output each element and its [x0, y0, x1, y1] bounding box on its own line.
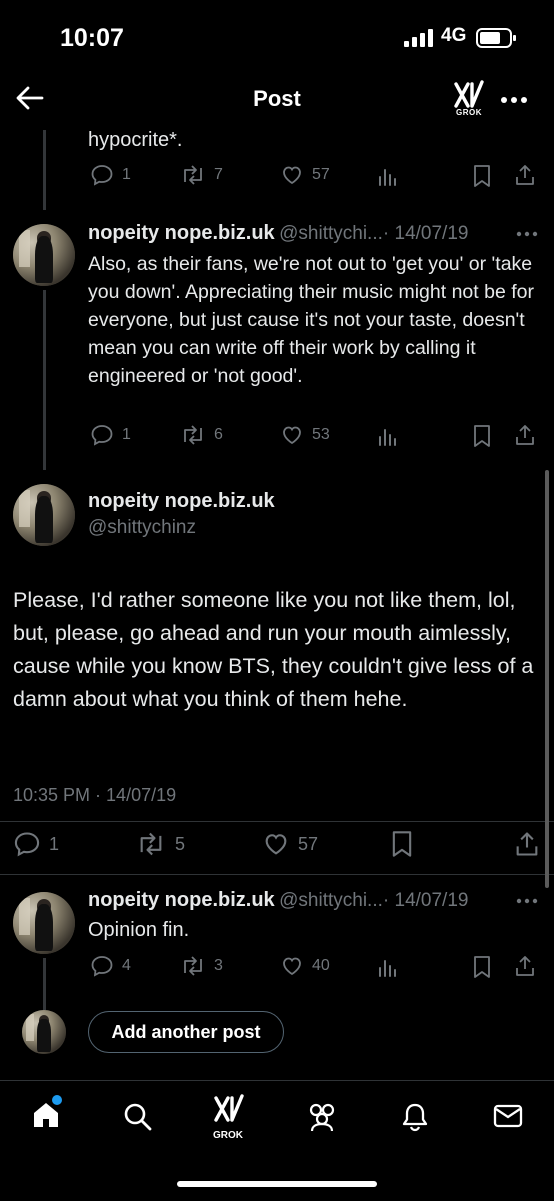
signal-icon — [404, 29, 433, 47]
reply-count: 1 — [122, 166, 131, 183]
display-name[interactable]: nopeity nope.biz.uk — [88, 889, 275, 911]
like-button[interactable]: 40 — [280, 954, 330, 978]
status-bar: 10:07 4G — [0, 0, 554, 70]
avatar[interactable] — [13, 484, 75, 546]
avatar[interactable] — [13, 892, 75, 954]
like-button[interactable]: 53 — [280, 423, 330, 447]
repost-button[interactable]: 5 — [135, 830, 185, 858]
reply-button[interactable]: 1 — [13, 830, 59, 858]
grok-icon — [214, 1094, 244, 1122]
repost-count: 3 — [214, 957, 223, 974]
grok-button[interactable]: GROK — [452, 80, 488, 120]
repost-count: 6 — [214, 426, 223, 443]
main-post-text: Please, I'd rather someone like you not … — [13, 588, 534, 711]
post-meta: nopeity nope.biz.uk @shittychi...· 14/07… — [88, 889, 543, 912]
divider — [0, 821, 554, 822]
share-icon[interactable] — [514, 830, 540, 858]
share-icon[interactable] — [514, 954, 536, 978]
mail-icon[interactable] — [493, 1103, 523, 1129]
user-handle: @shittychi... — [279, 890, 383, 911]
post-meta: nopeity nope.biz.uk @shittychi...· 14/07… — [88, 222, 543, 245]
post-timestamp: 10:35 PM · 14/07/19 — [13, 785, 177, 805]
communities-icon[interactable] — [304, 1101, 340, 1133]
reply-count: 1 — [49, 833, 60, 854]
display-name[interactable]: nopeity nope.biz.uk — [88, 222, 275, 244]
bell-icon[interactable] — [400, 1101, 430, 1133]
reply-icon — [14, 832, 40, 857]
home-indicator — [177, 1181, 377, 1187]
repost-button[interactable]: 7 — [180, 163, 223, 187]
like-count: 40 — [312, 957, 330, 974]
views-icon[interactable] — [377, 956, 399, 978]
post-date: · 14/07/19 — [382, 223, 469, 244]
like-count: 57 — [312, 166, 330, 183]
repost-icon — [184, 956, 202, 976]
repost-button[interactable]: 6 — [180, 423, 223, 447]
tab-grok[interactable]: GROK — [212, 1093, 252, 1143]
reply-icon — [91, 165, 113, 186]
post-text: Also, as their fans, we're not out to 'g… — [88, 253, 534, 387]
thread-line — [43, 130, 46, 210]
heart-icon — [283, 957, 301, 976]
reply-icon — [91, 425, 113, 446]
heart-icon — [283, 166, 301, 185]
repost-count: 5 — [175, 833, 186, 854]
heart-icon — [283, 426, 301, 445]
thread-line — [43, 958, 46, 1010]
views-icon[interactable] — [377, 425, 399, 447]
user-handle: @shittychi... — [279, 223, 383, 244]
like-count: 53 — [312, 426, 330, 443]
repost-count: 7 — [214, 166, 223, 183]
display-name[interactable]: nopeity nope.biz.uk — [88, 490, 275, 513]
user-handle: @shittychinz — [88, 517, 196, 538]
like-count: 57 — [298, 833, 319, 854]
reply-button[interactable]: 1 — [90, 423, 131, 447]
like-button[interactable]: 57 — [280, 163, 330, 187]
thread-line — [43, 290, 46, 470]
avatar — [22, 1010, 66, 1054]
battery-icon — [476, 28, 516, 48]
reply-count: 4 — [122, 957, 131, 974]
add-another-post-button[interactable]: Add another post — [88, 1011, 284, 1053]
search-icon[interactable] — [122, 1101, 154, 1133]
repost-icon — [184, 165, 202, 185]
repost-icon — [140, 832, 162, 856]
reply-count: 1 — [122, 426, 131, 443]
grok-icon — [454, 80, 484, 108]
post-more-icon[interactable] — [516, 898, 538, 904]
post-more-icon[interactable] — [516, 231, 538, 237]
bookmark-icon[interactable] — [472, 424, 492, 448]
post-date: · 14/07/19 — [382, 890, 469, 911]
heart-icon — [265, 834, 287, 855]
tab-home[interactable] — [30, 1095, 66, 1135]
more-icon[interactable] — [500, 96, 528, 104]
bookmark-icon[interactable] — [472, 955, 492, 979]
bookmark-icon[interactable] — [390, 830, 414, 858]
repost-button[interactable]: 3 — [180, 954, 223, 978]
bookmark-icon[interactable] — [472, 164, 492, 188]
network-label: 4G — [441, 25, 467, 46]
share-icon[interactable] — [514, 163, 536, 187]
notification-dot — [52, 1095, 62, 1105]
reply-button[interactable]: 4 — [90, 954, 131, 978]
repost-icon — [184, 425, 202, 445]
status-time: 10:07 — [60, 24, 124, 52]
like-button[interactable]: 57 — [262, 830, 318, 858]
views-icon[interactable] — [377, 165, 399, 187]
grok-label: GROK — [456, 108, 482, 117]
reply-button[interactable]: 1 — [90, 163, 131, 187]
share-icon[interactable] — [514, 423, 536, 447]
avatar[interactable] — [13, 224, 75, 286]
scrollbar[interactable] — [545, 470, 549, 888]
top-bar: Post GROK — [0, 70, 554, 130]
post-text: hypocrite*. — [88, 129, 183, 151]
divider — [0, 874, 554, 875]
post-text: Opinion fin. — [88, 919, 190, 941]
grok-tab-label: GROK — [213, 1130, 243, 1141]
reply-icon — [91, 956, 113, 977]
